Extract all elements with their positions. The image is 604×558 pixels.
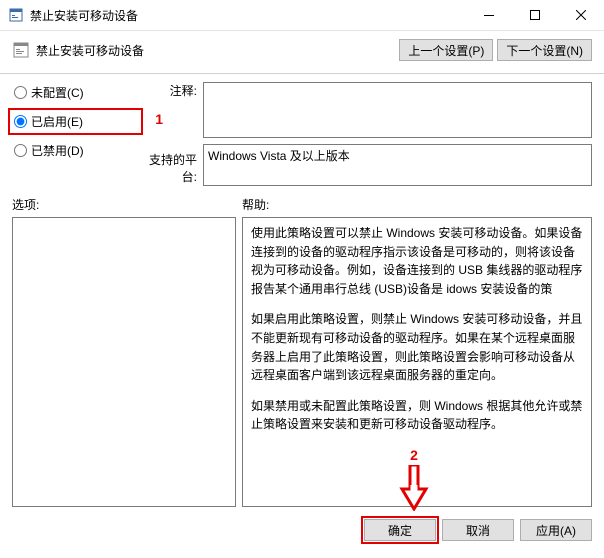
annotation-number-1: 1 [155, 111, 163, 127]
titlebar: 禁止安装可移动设备 [0, 0, 604, 31]
help-paragraph: 如果启用此策略设置，则禁止 Windows 安装可移动设备，并且不能更新现有可移… [251, 310, 583, 384]
previous-setting-button[interactable]: 上一个设置(P) [399, 39, 493, 61]
options-label: 选项: [12, 196, 242, 213]
config-area: 未配置(C) 已启用(E) 1 已禁用(D) 注释: 支持的平台: [0, 74, 604, 196]
setting-name: 禁止安装可移动设备 [36, 42, 395, 59]
options-box[interactable] [12, 217, 236, 507]
panels: 使用此策略设置可以禁止 Windows 安装可移动设备。如果设备连接到的设备的驱… [0, 217, 604, 513]
setting-icon [12, 41, 30, 59]
field-column [203, 82, 592, 186]
close-button[interactable] [558, 0, 604, 30]
radio-disabled-label: 已禁用(D) [31, 142, 84, 159]
app-icon [8, 7, 24, 23]
help-wrap: 使用此策略设置可以禁止 Windows 安装可移动设备。如果设备连接到的设备的驱… [242, 217, 592, 507]
radio-disabled[interactable]: 已禁用(D) [12, 140, 137, 161]
radio-enabled[interactable]: 已启用(E) 1 [12, 111, 137, 132]
next-setting-button[interactable]: 下一个设置(N) [497, 39, 592, 61]
window-title: 禁止安装可移动设备 [30, 7, 466, 24]
header-row: 禁止安装可移动设备 上一个设置(P) 下一个设置(N) [0, 31, 604, 74]
minimize-button[interactable] [466, 0, 512, 30]
radio-column: 未配置(C) 已启用(E) 1 已禁用(D) [12, 82, 137, 186]
mid-labels: 选项: 帮助: [0, 196, 604, 217]
ok-button-label: 确定 [388, 524, 412, 538]
radio-disabled-input[interactable] [14, 144, 27, 157]
ok-button[interactable]: 确定 [364, 519, 436, 541]
help-paragraph: 使用此策略设置可以禁止 Windows 安装可移动设备。如果设备连接到的设备的驱… [251, 224, 583, 298]
platform-label: 支持的平台: [137, 151, 197, 185]
radio-enabled-label: 已启用(E) [31, 113, 83, 130]
cancel-button[interactable]: 取消 [442, 519, 514, 541]
buttons-row: 确定 取消 应用(A) [0, 513, 604, 551]
help-box[interactable]: 使用此策略设置可以禁止 Windows 安装可移动设备。如果设备连接到的设备的驱… [242, 217, 592, 507]
radio-not-configured-input[interactable] [14, 86, 27, 99]
radio-not-configured-label: 未配置(C) [31, 84, 84, 101]
radio-not-configured[interactable]: 未配置(C) [12, 82, 137, 103]
help-paragraph: 如果禁用或未配置此策略设置，则 Windows 根据其他允许或禁止策略设置来安装… [251, 397, 583, 434]
radio-enabled-input[interactable] [14, 115, 27, 128]
comment-input[interactable] [203, 82, 592, 138]
apply-button[interactable]: 应用(A) [520, 519, 592, 541]
platform-box [203, 144, 592, 186]
comment-label: 注释: [137, 82, 197, 99]
field-label-column: 注释: 支持的平台: [137, 82, 203, 186]
help-label: 帮助: [242, 196, 592, 213]
maximize-button[interactable] [512, 0, 558, 30]
